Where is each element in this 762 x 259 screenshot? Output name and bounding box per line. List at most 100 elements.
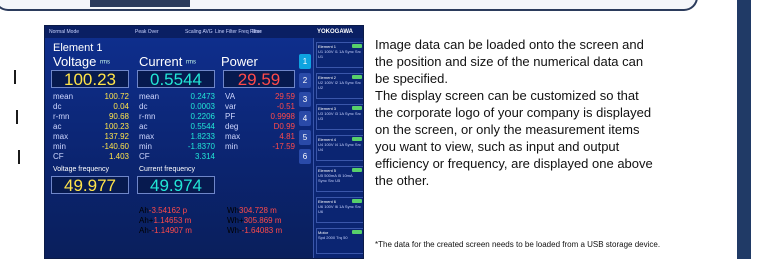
voltage-header: Voltage rms xyxy=(53,54,110,69)
watt-hour-row: Wh304.728 m xyxy=(227,206,299,216)
voltage-row-label: ac xyxy=(53,122,62,131)
current-row-label: r-mn xyxy=(139,112,156,121)
side-panel-item-details: U6 100V I6 1A Sync Src U6 xyxy=(318,204,361,214)
element-tab-2[interactable]: 2 xyxy=(299,73,311,88)
side-panel-item-details: Spd 2000 Trq 50 xyxy=(318,235,348,240)
description-line: Image data can be loaded onto the screen… xyxy=(375,37,644,52)
watt-hour-row-value: 305.869 m xyxy=(243,216,282,225)
current-row: max 1.8233 xyxy=(139,132,215,142)
current-row-label: min xyxy=(139,142,152,151)
voltage-row-label: CF xyxy=(53,152,64,161)
description-line: efficiency or frequency, are displayed o… xyxy=(375,156,653,171)
watt-hour-row-label: Wh+ xyxy=(227,216,244,225)
side-panel-item[interactable]: Element 5 U5 500mA I5 10mA Sync Src U5 xyxy=(316,166,363,192)
right-side-bar xyxy=(737,0,751,259)
voltage-row-value: 100.72 xyxy=(104,92,129,101)
current-row-value: 1.8233 xyxy=(190,132,215,141)
top-frame xyxy=(0,0,762,14)
side-panel-item-details: U3 100V I3 1A Sync Src U3 xyxy=(318,111,361,121)
current-row: ac 0.5544 xyxy=(139,122,215,132)
side-panel-item-details: U5 500mA I5 10mA Sync Src U5 xyxy=(318,173,353,183)
watt-hour-row: Wh+305.869 m xyxy=(227,216,299,226)
power-header: Power xyxy=(221,54,258,69)
element-tab-5[interactable]: 5 xyxy=(299,130,311,145)
watt-hour-row-value: -1.64083 m xyxy=(241,226,283,235)
element-title: Element 1 xyxy=(53,42,103,54)
side-panel: Element 1 U1 100V I1 1A Sync Src U1 Elemen… xyxy=(313,38,363,258)
side-panel-item[interactable]: Element 6 U6 100V I6 1A Sync Src U6 xyxy=(316,197,363,223)
amp-hour-row-value: -3.54162 p xyxy=(148,206,188,215)
power-readout: 29.59 xyxy=(223,70,295,89)
status-badge xyxy=(352,137,362,141)
power-row-label: min xyxy=(225,142,238,151)
power-row-label: max xyxy=(225,132,241,141)
power-row: min -17.59 xyxy=(225,142,295,152)
power-row: deg D0.99 xyxy=(225,122,295,132)
current-row: dc 0.0003 xyxy=(139,102,215,112)
watt-hour-row-value: 304.728 m xyxy=(239,206,277,215)
current-readout: 0.5544 xyxy=(137,70,215,89)
brand-logo: YOKOGAWA xyxy=(317,29,354,35)
current-row: CF 3.314 xyxy=(139,152,215,162)
element-tab-4[interactable]: 4 xyxy=(299,111,311,126)
voltage-row-label: min xyxy=(53,142,66,151)
voltage-row: r-mn 90.68 xyxy=(53,112,129,122)
power-table: VA 29.59 var -0.51 PF 0.9998 deg D0.99 max 4.81 mi… xyxy=(225,92,295,152)
status-badge xyxy=(352,230,362,234)
element-tab-6[interactable]: 6 xyxy=(299,149,311,164)
amp-hour-row-label: Ah+ xyxy=(139,216,154,225)
description-line: on the screen, or only the measurement i… xyxy=(375,122,640,137)
current-label: Current xyxy=(139,54,183,69)
element-tab-1[interactable]: 1 xyxy=(299,54,311,69)
footnote: *The data for the created screen needs t… xyxy=(375,240,661,249)
side-panel-item[interactable]: Element 1 U1 100V I1 1A Sync Src U1 xyxy=(316,42,363,68)
element-tab-3[interactable]: 3 xyxy=(299,92,311,107)
amp-hour-row-value: -1.14907 m xyxy=(151,226,192,235)
current-row-label: ac xyxy=(139,122,148,131)
power-row-value: -0.51 xyxy=(276,102,295,111)
voltage-row-label: max xyxy=(53,132,69,141)
current-unit: rms xyxy=(185,59,196,66)
current-row: min -1.8370 xyxy=(139,142,215,152)
current-header: Current rms xyxy=(139,54,196,69)
power-row-label: PF xyxy=(225,112,236,121)
description-line: The display screen can be customized so … xyxy=(375,88,639,103)
instrument-screenshot: Normal Mode Peak Over Scaling AVG Line F… xyxy=(44,25,364,259)
voltage-row: max 137.92 xyxy=(53,132,129,142)
side-panel-item[interactable]: Element 2 U2 100V I2 1A Sync Src U2 xyxy=(316,73,363,99)
voltage-row: mean 100.72 xyxy=(53,92,129,102)
power-row: max 4.81 xyxy=(225,132,295,142)
current-row-value: 0.2206 xyxy=(190,112,215,121)
voltage-row-value: 0.04 xyxy=(113,102,129,111)
voltage-row-value: -140.60 xyxy=(101,142,129,151)
power-row: var -0.51 xyxy=(225,102,295,112)
status-badge xyxy=(352,75,362,79)
voltage-row-value: 137.92 xyxy=(104,132,129,141)
description-line: the position and size of the numerical d… xyxy=(375,54,644,69)
amp-hour-table: Ah-3.54162 p Ah+1.14653 m Ah--1.14907 m xyxy=(139,206,221,236)
description-line: be specified. xyxy=(375,71,448,86)
current-row-value: 0.2473 xyxy=(190,92,215,101)
margin-mark xyxy=(16,110,18,124)
power-row-value: -17.59 xyxy=(272,142,295,151)
power-row-value: 29.59 xyxy=(274,92,295,101)
side-panel-item-details: U4 100V I4 1A Sync Src U4 xyxy=(318,142,361,152)
current-row: mean 0.2473 xyxy=(139,92,215,102)
description-line: you want to view, such as input and outp… xyxy=(375,139,620,154)
voltage-frequency-readout: 49.977 xyxy=(51,176,129,195)
voltage-readout: 100.23 xyxy=(51,70,129,89)
description-line: the other. xyxy=(375,173,430,188)
status-badge xyxy=(352,44,362,48)
side-panel-item[interactable]: Motor Spd 2000 Trq 50 xyxy=(316,228,363,254)
voltage-unit: rms xyxy=(100,59,110,66)
power-row-label: var xyxy=(225,102,237,111)
side-panel-item[interactable]: Element 3 U3 100V I3 1A Sync Src U3 xyxy=(316,104,363,130)
voltage-table: mean 100.72 dc 0.04 r-mn 90.68 ac 100.23 max 137.… xyxy=(53,92,129,162)
voltage-row: ac 100.23 xyxy=(53,122,129,132)
current-row-value: 0.0003 xyxy=(190,102,215,111)
power-row-value: 0.9998 xyxy=(270,112,295,121)
power-row-label: VA xyxy=(225,92,236,101)
side-panel-item[interactable]: Element 4 U4 100V I4 1A Sync Src U4 xyxy=(316,135,363,161)
status-badge xyxy=(352,199,362,203)
voltage-row: dc 0.04 xyxy=(53,102,129,112)
